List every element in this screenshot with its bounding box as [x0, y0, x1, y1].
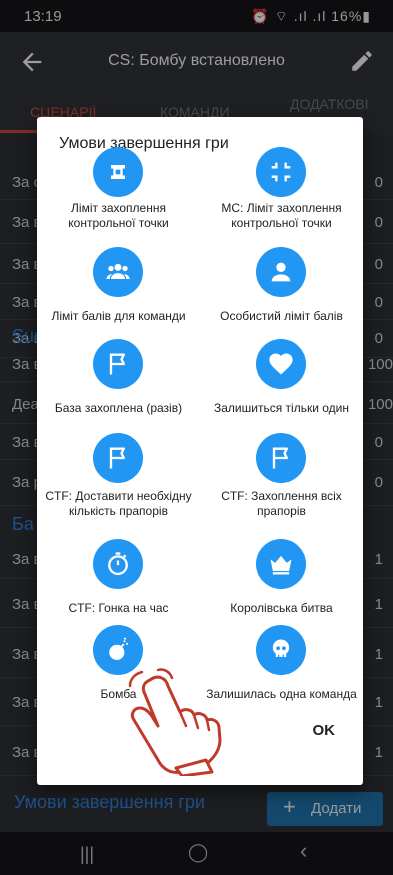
option-mc-control-point-limit[interactable]: MC: Ліміт захоплення контрольної точки: [200, 147, 363, 241]
option-ctf-deliver-flags[interactable]: CTF: Доставити необхідну кількість прапо…: [37, 433, 200, 527]
person-icon: [256, 247, 306, 297]
group-icon: [93, 247, 143, 297]
option-ctf-time-race[interactable]: CTF: Гонка на час: [37, 539, 200, 633]
control-point-icon: [93, 147, 143, 197]
option-battle-royale[interactable]: Королівська битва: [200, 539, 363, 633]
option-last-one-standing[interactable]: Залишиться тільки один: [200, 339, 363, 433]
skull-icon: [256, 625, 306, 675]
stopwatch-icon: [93, 539, 143, 589]
flag-icon: [93, 339, 143, 389]
option-base-captured[interactable]: База захоплена (разів): [37, 339, 200, 433]
option-control-point-limit[interactable]: Ліміт захоплення контрольної точки: [37, 147, 200, 241]
option-ctf-capture-all-flags[interactable]: CTF: Захоплення всіх прапорів: [200, 433, 363, 527]
heart-icon: [256, 339, 306, 389]
option-personal-score-limit[interactable]: Особистий ліміт балів: [200, 247, 363, 341]
conditions-grid: Ліміт захоплення контрольної точки MC: Л…: [37, 147, 363, 717]
crown-icon: [256, 539, 306, 589]
tap-hand-icon: [128, 668, 222, 776]
compress-icon: [256, 147, 306, 197]
option-team-score-limit[interactable]: Ліміт балів для команди: [37, 247, 200, 341]
ok-button[interactable]: OK: [313, 722, 336, 739]
flag-icon: [256, 433, 306, 483]
flag-icon: [93, 433, 143, 483]
